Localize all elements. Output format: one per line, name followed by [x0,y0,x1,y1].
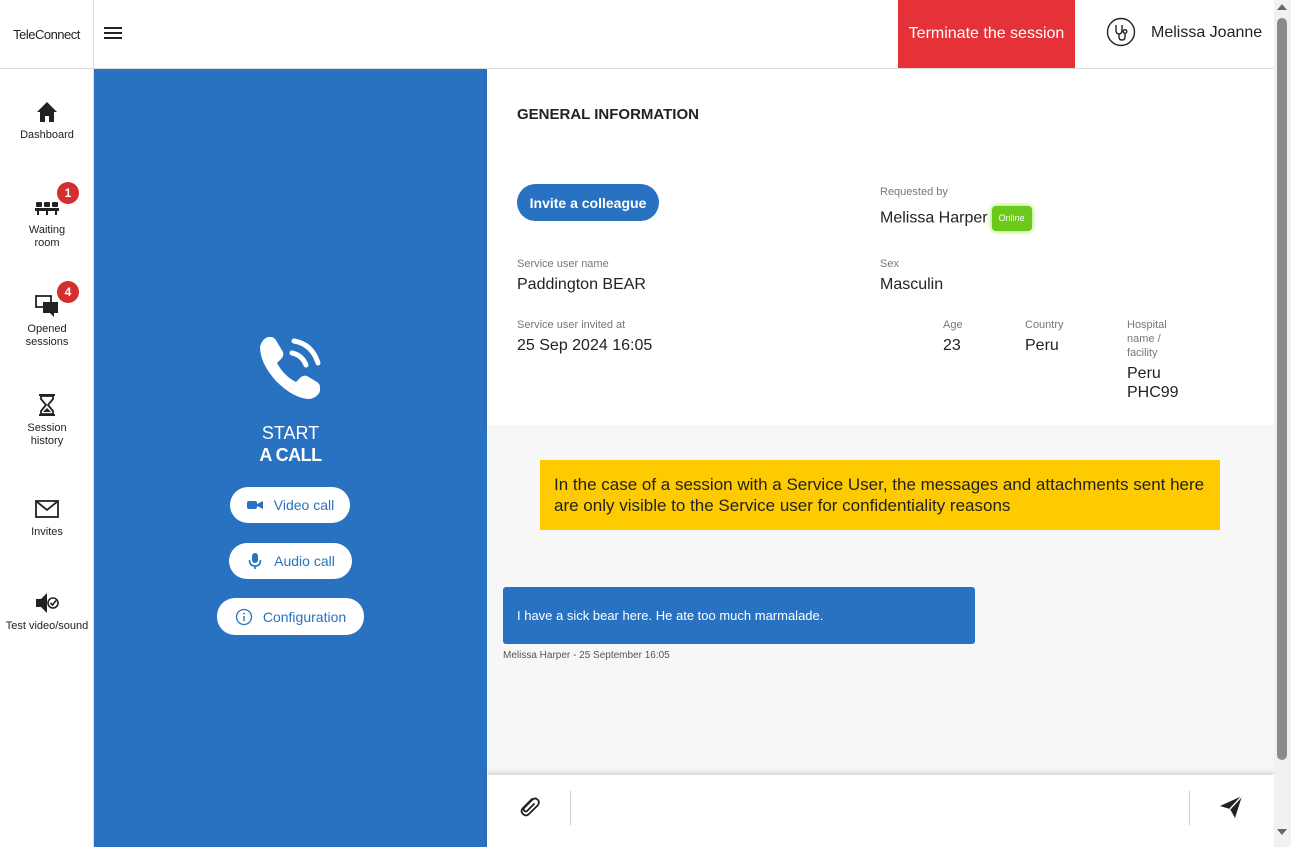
sidebar-item-label: Invites [31,526,63,538]
chat-area[interactable]: In the case of a session with a Service … [487,425,1274,775]
page-scrollbar[interactable] [1274,0,1291,847]
requester-name: Melissa Harper [880,209,988,227]
home-icon [37,102,57,122]
app-logo: TeleConnect [0,0,94,69]
scroll-down-arrow-icon[interactable] [1277,829,1287,835]
invited-at-label: Service user invited at [517,319,626,331]
configuration-label: Configuration [262,608,347,625]
audio-call-label: Audio call [274,553,335,569]
paperclip-icon[interactable] [515,793,543,821]
microphone-icon [248,553,262,569]
requested-by-value: Melissa Harper Online [880,206,1032,231]
stethoscope-user-icon[interactable] [1106,17,1136,47]
country-label: Country [1025,319,1064,331]
call-panel: START A CALL Video call Audio call Confi… [94,69,487,847]
video-camera-icon [246,501,263,509]
waiting-room-badge: 1 [57,182,79,204]
invited-at-value: 25 Sep 2024 16:05 [517,337,653,354]
hospital-label-line-3: facility [1127,347,1158,359]
message-bubble: I have a sick bear here. He ate too much… [503,587,975,644]
composer-divider [1189,791,1190,825]
phone-ringing-icon [260,337,321,399]
hospital-value-line-1: Peru [1127,365,1161,382]
country-value: Peru [1025,337,1059,354]
top-bar: Terminate the session Melissa Joanne [94,0,1274,69]
sidebar-item-waiting-room[interactable]: Waiting room 1 [0,182,94,250]
waiting-room-icon [35,202,59,215]
composer-divider [570,791,571,825]
sex-value: Masculin [880,276,944,293]
opened-sessions-badge: 4 [57,281,79,303]
service-user-name-label: Service user name [517,258,609,270]
sidebar-item-label: Test video/sound [5,620,89,632]
hospital-label-line-1: Hospital [1127,319,1167,331]
service-user-name-value: Paddington BEAR [517,276,646,293]
online-status-badge: Online [991,206,1032,231]
confidentiality-notice: In the case of a session with a Service … [540,460,1220,530]
menu-icon[interactable] [104,24,124,42]
sidebar-item-opened-sessions[interactable]: Opened sessions 4 [0,281,94,349]
sidebar-item-test-video-sound[interactable]: Test video/sound [0,590,94,633]
requested-by-label: Requested by [880,186,948,198]
hospital-value-line-2: PHC99 [1127,384,1179,401]
sidebar-item-session-history[interactable]: Session history [0,392,94,448]
sidebar-item-dashboard[interactable]: Dashboard [0,99,94,142]
page-title: GENERAL INFORMATION [517,106,699,123]
info-icon [235,608,253,625]
general-information-panel: GENERAL INFORMATION Invite a colleague R… [487,69,1274,425]
user-name[interactable]: Melissa Joanne [1151,24,1262,42]
age-value: 23 [943,337,961,354]
sidebar-item-label: Dashboard [20,129,74,141]
envelope-icon [35,500,59,518]
chat-bubbles-icon [35,295,58,317]
video-call-button[interactable]: Video call [230,487,350,523]
hospital-label-line-2: name / [1127,333,1161,345]
video-call-label: Video call [273,497,335,513]
a-call-text: A CALL [259,445,322,465]
message-input[interactable] [577,789,1187,827]
start-text: START [261,423,320,443]
scrollbar-thumb[interactable] [1277,18,1287,760]
hourglass-icon [39,394,55,416]
invite-colleague-button[interactable]: Invite a colleague [517,184,659,221]
message-meta: Melissa Harper - 25 September 16:05 [503,650,670,661]
sidebar: Dashboard Waiting room 1 Opened sessions… [0,69,94,847]
sidebar-item-label: Waiting room [28,224,66,249]
configuration-button[interactable]: Configuration [217,598,364,635]
sex-label: Sex [880,258,899,270]
sidebar-item-label: Opened sessions [25,323,69,348]
scroll-up-arrow-icon[interactable] [1277,4,1287,10]
speaker-check-icon [36,593,59,613]
audio-call-button[interactable]: Audio call [229,543,352,579]
age-label: Age [943,319,963,331]
sidebar-item-invites[interactable]: Invites [0,496,94,539]
message-composer [487,775,1274,847]
send-icon[interactable] [1217,793,1245,821]
terminate-session-button[interactable]: Terminate the session [898,0,1075,68]
sidebar-item-label: Session history [27,422,67,447]
